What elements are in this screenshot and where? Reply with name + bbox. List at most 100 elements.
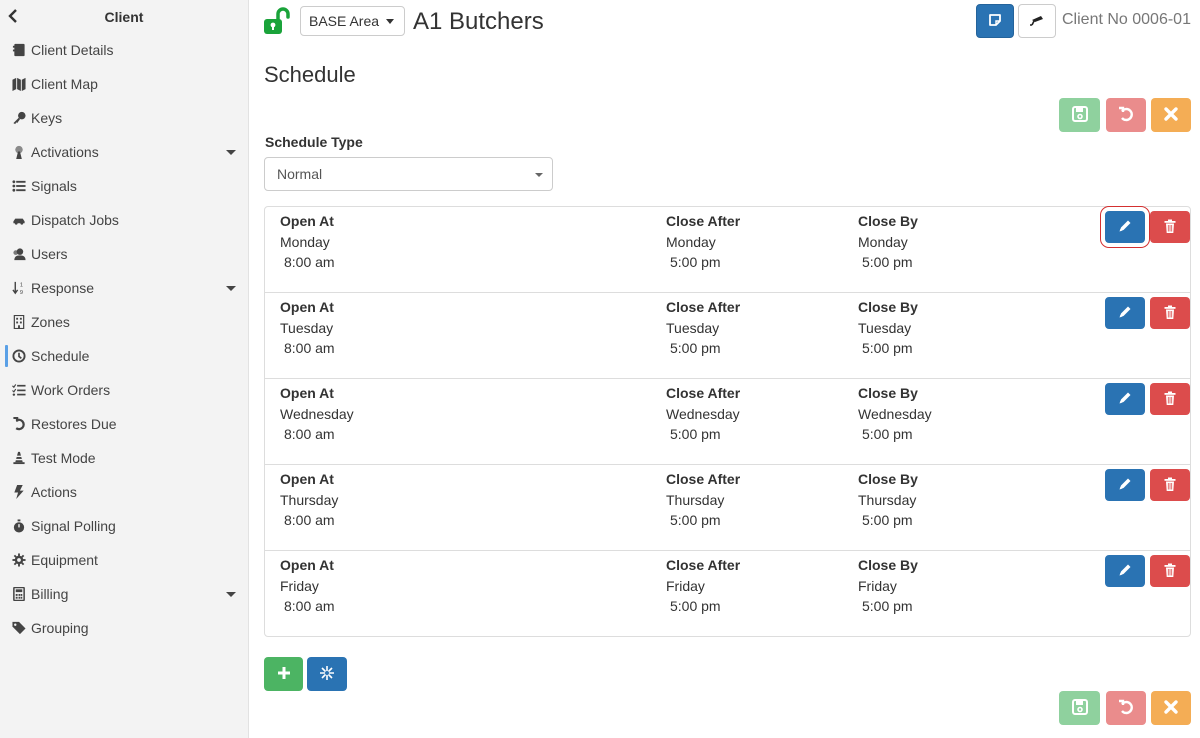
- close-after-day: Tuesday: [666, 320, 720, 336]
- address-card-icon: [11, 42, 27, 58]
- sidebar-item-label: Client Map: [31, 76, 98, 92]
- close-after-header: Close After: [666, 557, 741, 573]
- sidebar-item-billing[interactable]: Billing: [0, 577, 248, 611]
- close-after-time: 5:00 pm: [670, 512, 721, 528]
- close-by-cell: Close By Friday 5:00 pm: [858, 557, 918, 613]
- sidebar-item-label: Zones: [31, 314, 70, 330]
- open-at-day: Friday: [280, 578, 319, 594]
- sidebar-item-grouping[interactable]: Grouping: [0, 611, 248, 645]
- open-at-day: Monday: [280, 234, 330, 250]
- sidebar-item-signals[interactable]: Signals: [0, 169, 248, 203]
- close-by-header: Close By: [858, 213, 918, 229]
- open-at-cell: Open At Wednesday 8:00 am: [280, 385, 354, 441]
- open-at-day: Wednesday: [280, 406, 354, 422]
- save-button[interactable]: [1059, 98, 1100, 132]
- sidebar-item-work-orders[interactable]: Work Orders: [0, 373, 248, 407]
- sidebar-item-keys[interactable]: Keys: [0, 101, 248, 135]
- sidebar-item-dispatch-jobs[interactable]: Dispatch Jobs: [0, 203, 248, 237]
- close-after-day: Thursday: [666, 492, 725, 508]
- close-after-time: 5:00 pm: [670, 254, 721, 270]
- sidebar-header: Client: [0, 0, 248, 33]
- stopwatch-icon: [11, 518, 27, 534]
- sidebar-item-label: Schedule: [31, 348, 90, 364]
- cancel-button-bottom[interactable]: [1151, 691, 1191, 725]
- svg-text:9: 9: [20, 290, 23, 295]
- checklist-icon: [11, 382, 27, 398]
- sidebar-item-client-details[interactable]: Client Details: [0, 33, 248, 67]
- sidebar: Client Client Details Client Map Keys Activ…: [0, 0, 249, 738]
- client-number: Client No 0006-01: [1062, 11, 1191, 28]
- area-label: BASE Area: [309, 13, 380, 29]
- sidebar-item-actions[interactable]: Actions: [0, 475, 248, 509]
- sidebar-item-schedule[interactable]: Schedule: [0, 339, 248, 373]
- schedule-type-value: Normal: [277, 166, 323, 182]
- undo-icon: [11, 416, 27, 432]
- add-schedule-button[interactable]: [264, 657, 303, 691]
- sidebar-title: Client: [104, 9, 144, 25]
- close-after-cell: Close After Tuesday 5:00 pm: [666, 299, 740, 355]
- delete-button[interactable]: [1150, 211, 1190, 243]
- delete-button[interactable]: [1150, 297, 1190, 329]
- undo-button-bottom[interactable]: [1106, 691, 1146, 725]
- calculator-icon: [11, 586, 27, 602]
- close-by-header: Close By: [858, 557, 918, 573]
- list-icon: [11, 178, 27, 194]
- cancel-button[interactable]: [1151, 98, 1191, 132]
- sidebar-item-users[interactable]: Users: [0, 237, 248, 271]
- open-at-header: Open At: [280, 557, 334, 573]
- sidebar-item-signal-polling[interactable]: Signal Polling: [0, 509, 248, 543]
- save-button-bottom[interactable]: [1059, 691, 1100, 725]
- close-after-time: 5:00 pm: [670, 340, 721, 356]
- pencil-icon: [1117, 304, 1133, 323]
- sidebar-item-label: Response: [31, 280, 95, 296]
- close-by-header: Close By: [858, 385, 918, 401]
- edit-button[interactable]: [1105, 297, 1145, 329]
- trash-icon: [1162, 304, 1178, 323]
- close-after-time: 5:00 pm: [670, 598, 721, 614]
- edit-button[interactable]: [1105, 555, 1145, 587]
- sidebar-item-zones[interactable]: Zones: [0, 305, 248, 339]
- caret-down-icon[interactable]: [226, 286, 236, 291]
- sidebar-item-test-mode[interactable]: Test Mode: [0, 441, 248, 475]
- trash-icon: [1162, 562, 1178, 581]
- edit-button[interactable]: [1105, 383, 1145, 415]
- sidebar-item-client-map[interactable]: Client Map: [0, 67, 248, 101]
- sidebar-item-label: Dispatch Jobs: [31, 212, 119, 228]
- notes-button[interactable]: [976, 4, 1014, 38]
- sidebar-item-response[interactable]: 1 9 Response: [0, 271, 248, 305]
- area-dropdown[interactable]: BASE Area: [300, 6, 405, 36]
- sidebar-item-activations[interactable]: Activations: [0, 135, 248, 169]
- caret-down-icon: [535, 173, 543, 177]
- close-after-cell: Close After Monday 5:00 pm: [666, 213, 740, 269]
- auto-generate-button[interactable]: [307, 657, 347, 691]
- schedule-row: Open At Wednesday 8:00 am Close After Wednes…: [265, 379, 1190, 465]
- delete-button[interactable]: [1150, 383, 1190, 415]
- camera-button[interactable]: [1018, 4, 1056, 38]
- close-icon: [1162, 698, 1180, 719]
- schedule-type-select[interactable]: Normal: [264, 157, 553, 191]
- map-icon: [11, 76, 27, 92]
- caret-down-icon[interactable]: [226, 592, 236, 597]
- open-at-time: 8:00 am: [284, 340, 335, 356]
- close-after-time: 5:00 pm: [670, 426, 721, 442]
- open-at-cell: Open At Friday 8:00 am: [280, 557, 335, 613]
- delete-button[interactable]: [1150, 555, 1190, 587]
- undo-button[interactable]: [1106, 98, 1146, 132]
- sidebar-item-label: Activations: [31, 144, 99, 160]
- building-icon: [11, 314, 27, 330]
- sidebar-item-equipment[interactable]: Equipment: [0, 543, 248, 577]
- sticky-note-icon: [988, 13, 1002, 30]
- unlock-icon[interactable]: [263, 7, 293, 35]
- trash-icon: [1162, 476, 1178, 495]
- sidebar-item-label: Equipment: [31, 552, 98, 568]
- clock-icon: [11, 348, 27, 364]
- caret-down-icon[interactable]: [226, 150, 236, 155]
- sidebar-item-restores-due[interactable]: Restores Due: [0, 407, 248, 441]
- svg-text:1: 1: [20, 283, 23, 289]
- caret-down-icon: [386, 18, 395, 24]
- open-at-header: Open At: [280, 385, 334, 401]
- edit-button[interactable]: [1100, 206, 1150, 248]
- edit-button[interactable]: [1105, 469, 1145, 501]
- delete-button[interactable]: [1150, 469, 1190, 501]
- bolt-icon: [11, 484, 27, 500]
